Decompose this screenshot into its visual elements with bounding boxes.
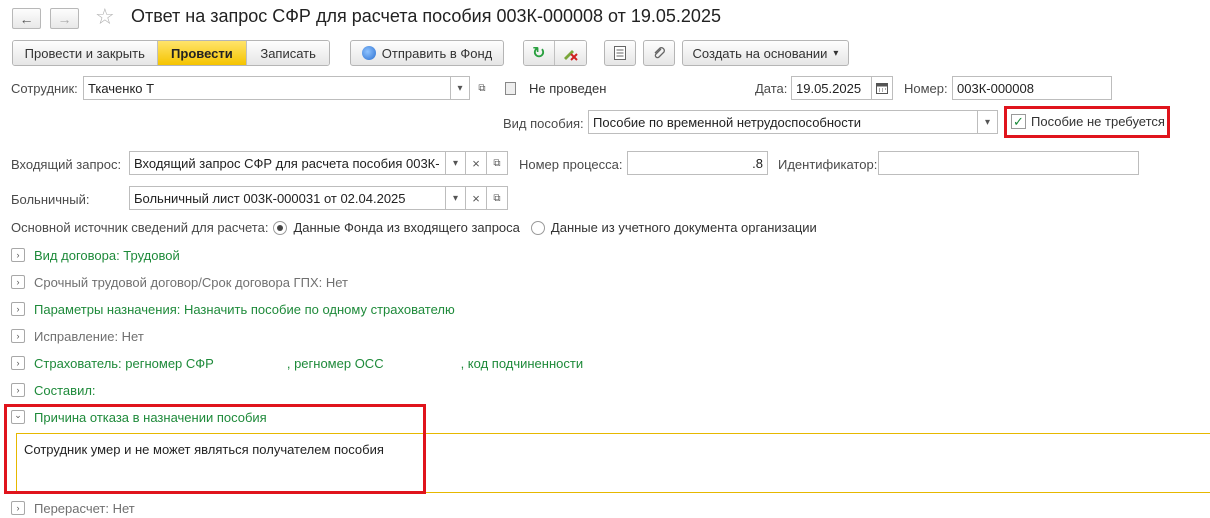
back-button[interactable]: ←: [12, 8, 41, 29]
chevron-right-icon: ›: [11, 383, 25, 397]
group-recalculation-label: Перерасчет: Нет: [34, 500, 135, 516]
process-number-field[interactable]: .8: [627, 151, 768, 175]
radio-empty-icon: [530, 220, 545, 235]
save-button[interactable]: Записать: [247, 41, 329, 65]
post-button[interactable]: Провести: [157, 41, 248, 65]
chevron-right-icon: ›: [11, 248, 25, 262]
send-to-fund-button[interactable]: Отправить в Фонд: [350, 40, 504, 66]
status-text: Не проведен: [529, 81, 607, 96]
incoming-request-field[interactable]: Входящий запрос СФР для расчета пособия …: [129, 151, 446, 175]
incoming-request-clear-button[interactable]: ×: [465, 151, 487, 175]
sick-leave-open-button[interactable]: ⧉: [486, 186, 508, 210]
chevron-right-icon: ›: [11, 275, 25, 289]
source-option-org-label: Данные из учетного документа организации: [550, 220, 817, 235]
chevron-right-icon: ›: [11, 329, 25, 343]
group-contract-type[interactable]: › Вид договора: Трудовой: [11, 246, 180, 264]
list-button[interactable]: [604, 40, 636, 66]
employee-field[interactable]: Ткаченко Т: [83, 76, 451, 100]
radio-selected-icon: [273, 220, 288, 235]
post-and-close-button[interactable]: Провести и закрыть: [13, 41, 158, 65]
incoming-request-label: Входящий запрос:: [11, 157, 122, 172]
group-fixed-term-label: Срочный трудовой договор/Срок договора Г…: [34, 274, 348, 290]
page-title: Ответ на запрос СФР для расчета пособия …: [131, 6, 721, 26]
incoming-request-open-button[interactable]: ⧉: [486, 151, 508, 175]
chevron-right-icon: ›: [11, 356, 25, 370]
arrow-left-icon: ←: [19, 10, 34, 27]
group-insurer-label-sfr: Страхователь: регномер СФР: [34, 355, 214, 371]
employee-open-icon[interactable]: ⧉: [472, 76, 492, 100]
group-parameters-label: Параметры назначения: Назначить пособие …: [34, 301, 455, 317]
paperclip-icon: [654, 47, 665, 59]
create-based-on-button[interactable]: Создать на основании ▾: [682, 40, 849, 66]
process-number-label: Номер процесса:: [519, 157, 623, 172]
benefit-type-dropdown-button[interactable]: ▾: [977, 110, 998, 134]
group-correction-label: Исправление: Нет: [34, 328, 144, 344]
unpost-icon: [564, 50, 578, 61]
post-button-group: Провести и закрыть Провести Записать: [12, 40, 330, 66]
create-based-on-label: Создать на основании: [692, 45, 828, 61]
identifier-label: Идентификатор:: [778, 157, 878, 172]
group-correction[interactable]: › Исправление: Нет: [11, 327, 144, 345]
send-to-fund-label: Отправить в Фонд: [381, 45, 493, 61]
date-label: Дата:: [755, 81, 788, 96]
attachment-button[interactable]: [643, 40, 675, 66]
refresh-icon[interactable]: ↻: [524, 41, 555, 65]
number-field[interactable]: 003К-000008: [952, 76, 1112, 100]
globe-icon: [361, 46, 376, 60]
sick-leave-field[interactable]: Больничный лист 003К-000031 от 02.04.202…: [129, 186, 446, 210]
chevron-right-icon: ›: [11, 501, 25, 515]
calendar-icon: [876, 83, 888, 94]
calendar-button[interactable]: [871, 76, 893, 100]
group-insurer-label-oss: , регномер ОСС: [286, 355, 384, 371]
group-insurer[interactable]: › Страхователь: регномер СФР , регномер …: [11, 354, 583, 372]
benefit-type-field[interactable]: Пособие по временной нетрудоспособности: [588, 110, 978, 134]
chevron-right-icon: ›: [11, 302, 25, 316]
incoming-request-dropdown-button[interactable]: ▾: [445, 151, 466, 175]
group-recalculation[interactable]: › Перерасчет: Нет: [11, 499, 135, 517]
chevron-down-icon: ▾: [833, 47, 839, 59]
sick-leave-clear-button[interactable]: ×: [465, 186, 487, 210]
source-option-fund-label: Данные Фонда из входящего запроса: [293, 220, 520, 235]
number-label: Номер:: [904, 81, 948, 96]
source-option-fund[interactable]: Данные Фонда из входящего запроса: [273, 220, 520, 235]
group-composed[interactable]: › Составил:: [11, 381, 96, 399]
highlight-frame-checkbox: [1004, 106, 1170, 138]
group-parameters[interactable]: › Параметры назначения: Назначить пособи…: [11, 300, 455, 318]
sick-leave-dropdown-button[interactable]: ▾: [445, 186, 466, 210]
sick-leave-label: Больничный:: [11, 192, 90, 207]
forward-button[interactable]: →: [50, 8, 79, 29]
document-status-icon: [505, 82, 516, 95]
highlight-frame-refusal: [4, 404, 426, 494]
group-contract-type-label: Вид договора: Трудовой: [34, 247, 180, 263]
group-composed-label: Составил:: [34, 382, 96, 398]
employee-label: Сотрудник:: [11, 81, 78, 96]
source-option-org[interactable]: Данные из учетного документа организации: [530, 220, 817, 235]
group-insurer-label-code: , код подчиненности: [460, 355, 584, 371]
document-list-icon: [614, 46, 626, 60]
refresh-group: ↻: [523, 40, 587, 66]
source-row: Основной источник сведений для расчета: …: [11, 220, 817, 235]
star-icon[interactable]: ☆: [95, 4, 115, 30]
group-fixed-term[interactable]: › Срочный трудовой договор/Срок договора…: [11, 273, 348, 291]
source-label: Основной источник сведений для расчета:: [11, 220, 269, 235]
employee-dropdown-button[interactable]: ▾: [450, 76, 470, 100]
benefit-type-label: Вид пособия:: [503, 116, 584, 131]
cancel-posting-button[interactable]: [554, 41, 586, 65]
identifier-field[interactable]: [878, 151, 1139, 175]
date-field[interactable]: 19.05.2025: [791, 76, 872, 100]
arrow-right-icon: →: [57, 10, 72, 27]
